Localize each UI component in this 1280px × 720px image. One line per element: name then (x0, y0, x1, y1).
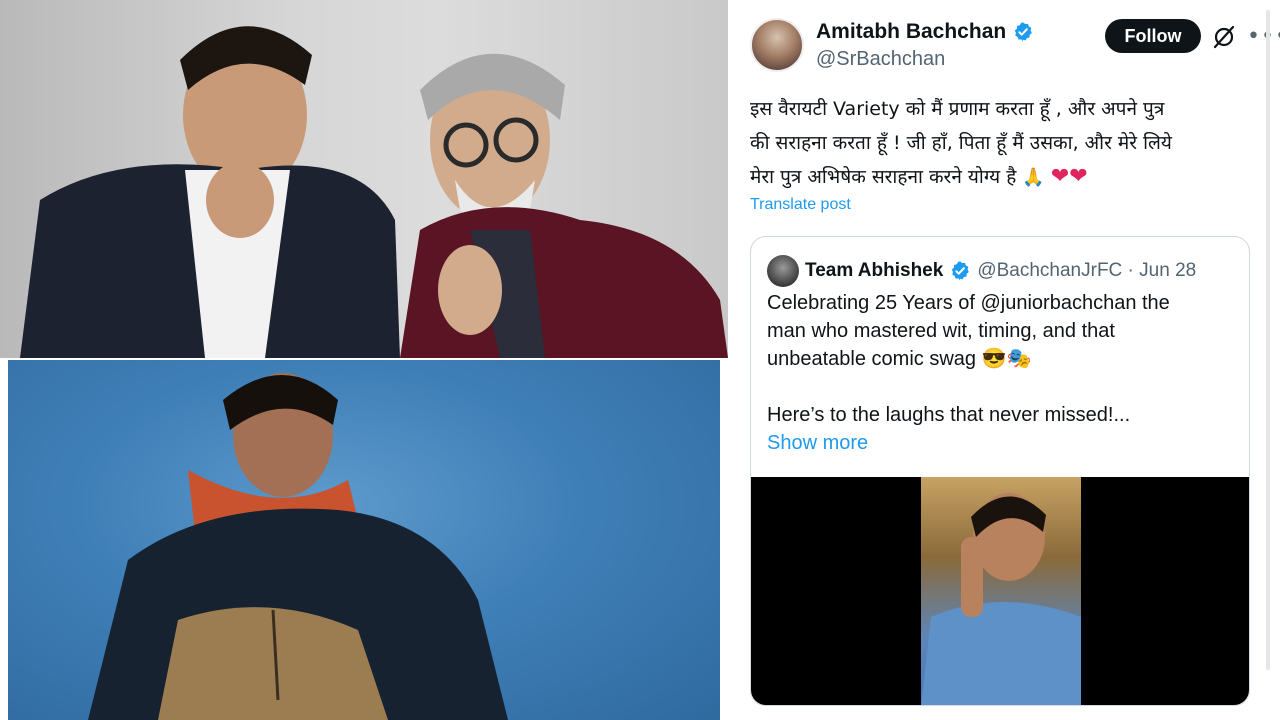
quoted-video-media[interactable] (751, 477, 1249, 705)
quoted-avatar[interactable] (767, 255, 799, 287)
page-scrollbar[interactable] (1266, 10, 1270, 670)
quoted-line-1: Celebrating 25 Years of @juniorbachchan … (767, 292, 1170, 314)
quoted-line-3: unbeatable comic swag (767, 348, 977, 370)
avatar[interactable] (750, 18, 804, 72)
video-frame (921, 477, 1081, 705)
photo-father-son (0, 0, 728, 358)
photo-son-in-shawl (8, 360, 720, 720)
folded-hands-emoji: 🙏 (1022, 167, 1045, 188)
tweet-text: इस वैरायटी Variety को मैं प्रणाम करता हू… (750, 92, 1250, 195)
quoted-tweet-text: Celebrating 25 Years of @juniorbachchan … (767, 289, 1237, 457)
quoted-verified-badge-icon (952, 261, 970, 281)
more-options-icon[interactable]: ••• (1247, 23, 1280, 51)
quoted-line-4: Here’s to the laughs that never missed!.… (767, 404, 1131, 426)
quoted-emoji: 😎🎭 (981, 348, 1032, 370)
quoted-handle-time[interactable]: @BachchanJrFC · Jun 28 (977, 260, 1196, 282)
son-in-shawl-illustration (88, 373, 508, 720)
quoted-line-3-row: unbeatable comic swag 😎🎭 (767, 345, 1237, 373)
father-son-illustration (20, 26, 728, 358)
author-display-name[interactable]: Amitabh Bachchan (816, 20, 1006, 44)
tweet-text-line-3-row: मेरा पुत्र अभिषेक सराहना करने योग्य है 🙏… (750, 160, 1250, 195)
quoted-line-2: man who mastered wit, timing, and that (767, 320, 1115, 342)
author-handle[interactable]: @SrBachchan (816, 48, 945, 71)
quoted-paragraph-gap (767, 373, 1237, 401)
quoted-tweet-header: Team Abhishek @BachchanJrFC · Jun 28 (767, 255, 1196, 287)
video-thumbnail-illustration (921, 493, 1081, 705)
grok-icon[interactable] (1210, 23, 1238, 51)
tweet-text-line-1: इस वैरायटी Variety को मैं प्रणाम करता हू… (750, 98, 1165, 120)
tweet-text-line-2: की सराहना करता हूँ ! जी हाँ, पिता हूँ मै… (750, 132, 1172, 154)
author-name-row: Amitabh Bachchan (816, 20, 1034, 44)
tweet-text-line-3: मेरा पुत्र अभिषेक सराहना करने योग्य है (750, 166, 1017, 188)
tweet-card: Amitabh Bachchan @SrBachchan Follow ••• … (728, 0, 1280, 720)
translate-post-link[interactable]: Translate post (750, 196, 851, 214)
show-more-link[interactable]: Show more (767, 429, 1237, 457)
hearts-emoji: ❤❤ (1050, 164, 1088, 189)
follow-button[interactable]: Follow (1105, 19, 1201, 53)
verified-badge-icon (1014, 22, 1033, 42)
quoted-tweet-card[interactable]: Team Abhishek @BachchanJrFC · Jun 28 Cel… (750, 236, 1250, 706)
quoted-display-name[interactable]: Team Abhishek (805, 260, 943, 282)
tweet-header: Amitabh Bachchan @SrBachchan Follow ••• (750, 14, 1280, 74)
